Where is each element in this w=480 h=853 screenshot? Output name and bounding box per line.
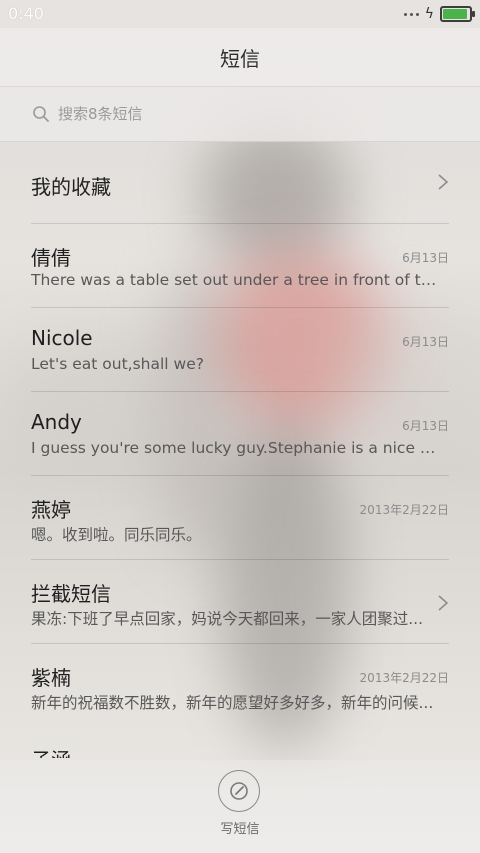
conversation-row[interactable]: 倩倩 6月13日 There was a table set out under… [31, 224, 449, 308]
status-bar: 0:40 ϟ [0, 0, 480, 28]
message-preview: 果冻:下班了早点回家，妈说今天都回来，一家人团聚过... [31, 610, 424, 628]
message-preview: I guess you're some lucky guy.Stephanie … [31, 439, 443, 457]
message-date: 6月13日 [402, 335, 449, 349]
conversation-row[interactable]: Andy 6月13日 I guess you're some lucky guy… [31, 392, 449, 476]
search-icon [33, 106, 49, 122]
app-header: 短信 [0, 28, 480, 87]
contact-name: Andy [31, 410, 82, 434]
page-title: 短信 [220, 46, 260, 71]
contact-name: 燕婷 [31, 498, 71, 522]
message-preview: There was a table set out under a tree i… [31, 271, 443, 289]
signal-dots-icon [403, 12, 419, 16]
search-input[interactable]: 搜索8条短信 [58, 103, 143, 124]
message-date: 2013年2月22日 [359, 671, 449, 685]
compose-label[interactable]: 写短信 [0, 818, 480, 837]
bottom-bar: 写短信 [0, 760, 480, 853]
message-preview: 新年的祝福数不胜数，新年的愿望好多好多，新年的问候... [31, 694, 434, 712]
chevron-right-icon [438, 174, 449, 190]
favorites-item[interactable]: 我的收藏 [31, 141, 449, 224]
message-date: 6月13日 [402, 251, 449, 265]
blocked-messages-title: 拦截短信 [31, 582, 111, 606]
conversation-row[interactable]: 燕婷 2013年2月22日 嗯。收到啦。同乐同乐。 [31, 476, 449, 560]
conversation-row-partial[interactable]: 子涵 [31, 744, 71, 758]
compose-icon [230, 782, 248, 800]
status-icons: ϟ [403, 6, 475, 22]
battery-icon [440, 6, 475, 22]
contact-name: 倩倩 [31, 246, 71, 270]
status-time: 0:40 [8, 4, 44, 23]
charging-icon: ϟ [424, 6, 434, 22]
compose-button[interactable] [218, 770, 260, 812]
message-preview: Let's eat out,shall we? [31, 355, 204, 373]
contact-name: Nicole [31, 326, 93, 350]
conversation-row[interactable]: 紫楠 2013年2月22日 新年的祝福数不胜数，新年的愿望好多好多，新年的问候.… [31, 644, 449, 727]
contact-name: 紫楠 [31, 666, 71, 690]
conversation-list: 我的收藏 倩倩 6月13日 There was a table set out … [0, 141, 480, 727]
favorites-label: 我的收藏 [31, 175, 111, 199]
message-date: 6月13日 [402, 419, 449, 433]
message-date: 2013年2月22日 [359, 503, 449, 517]
search-bar[interactable]: 搜索8条短信 [0, 87, 480, 142]
blocked-messages-row[interactable]: 拦截短信 果冻:下班了早点回家，妈说今天都回来，一家人团聚过... [31, 560, 449, 644]
conversation-row[interactable]: Nicole 6月13日 Let's eat out,shall we? [31, 308, 449, 392]
message-preview: 嗯。收到啦。同乐同乐。 [31, 526, 202, 544]
